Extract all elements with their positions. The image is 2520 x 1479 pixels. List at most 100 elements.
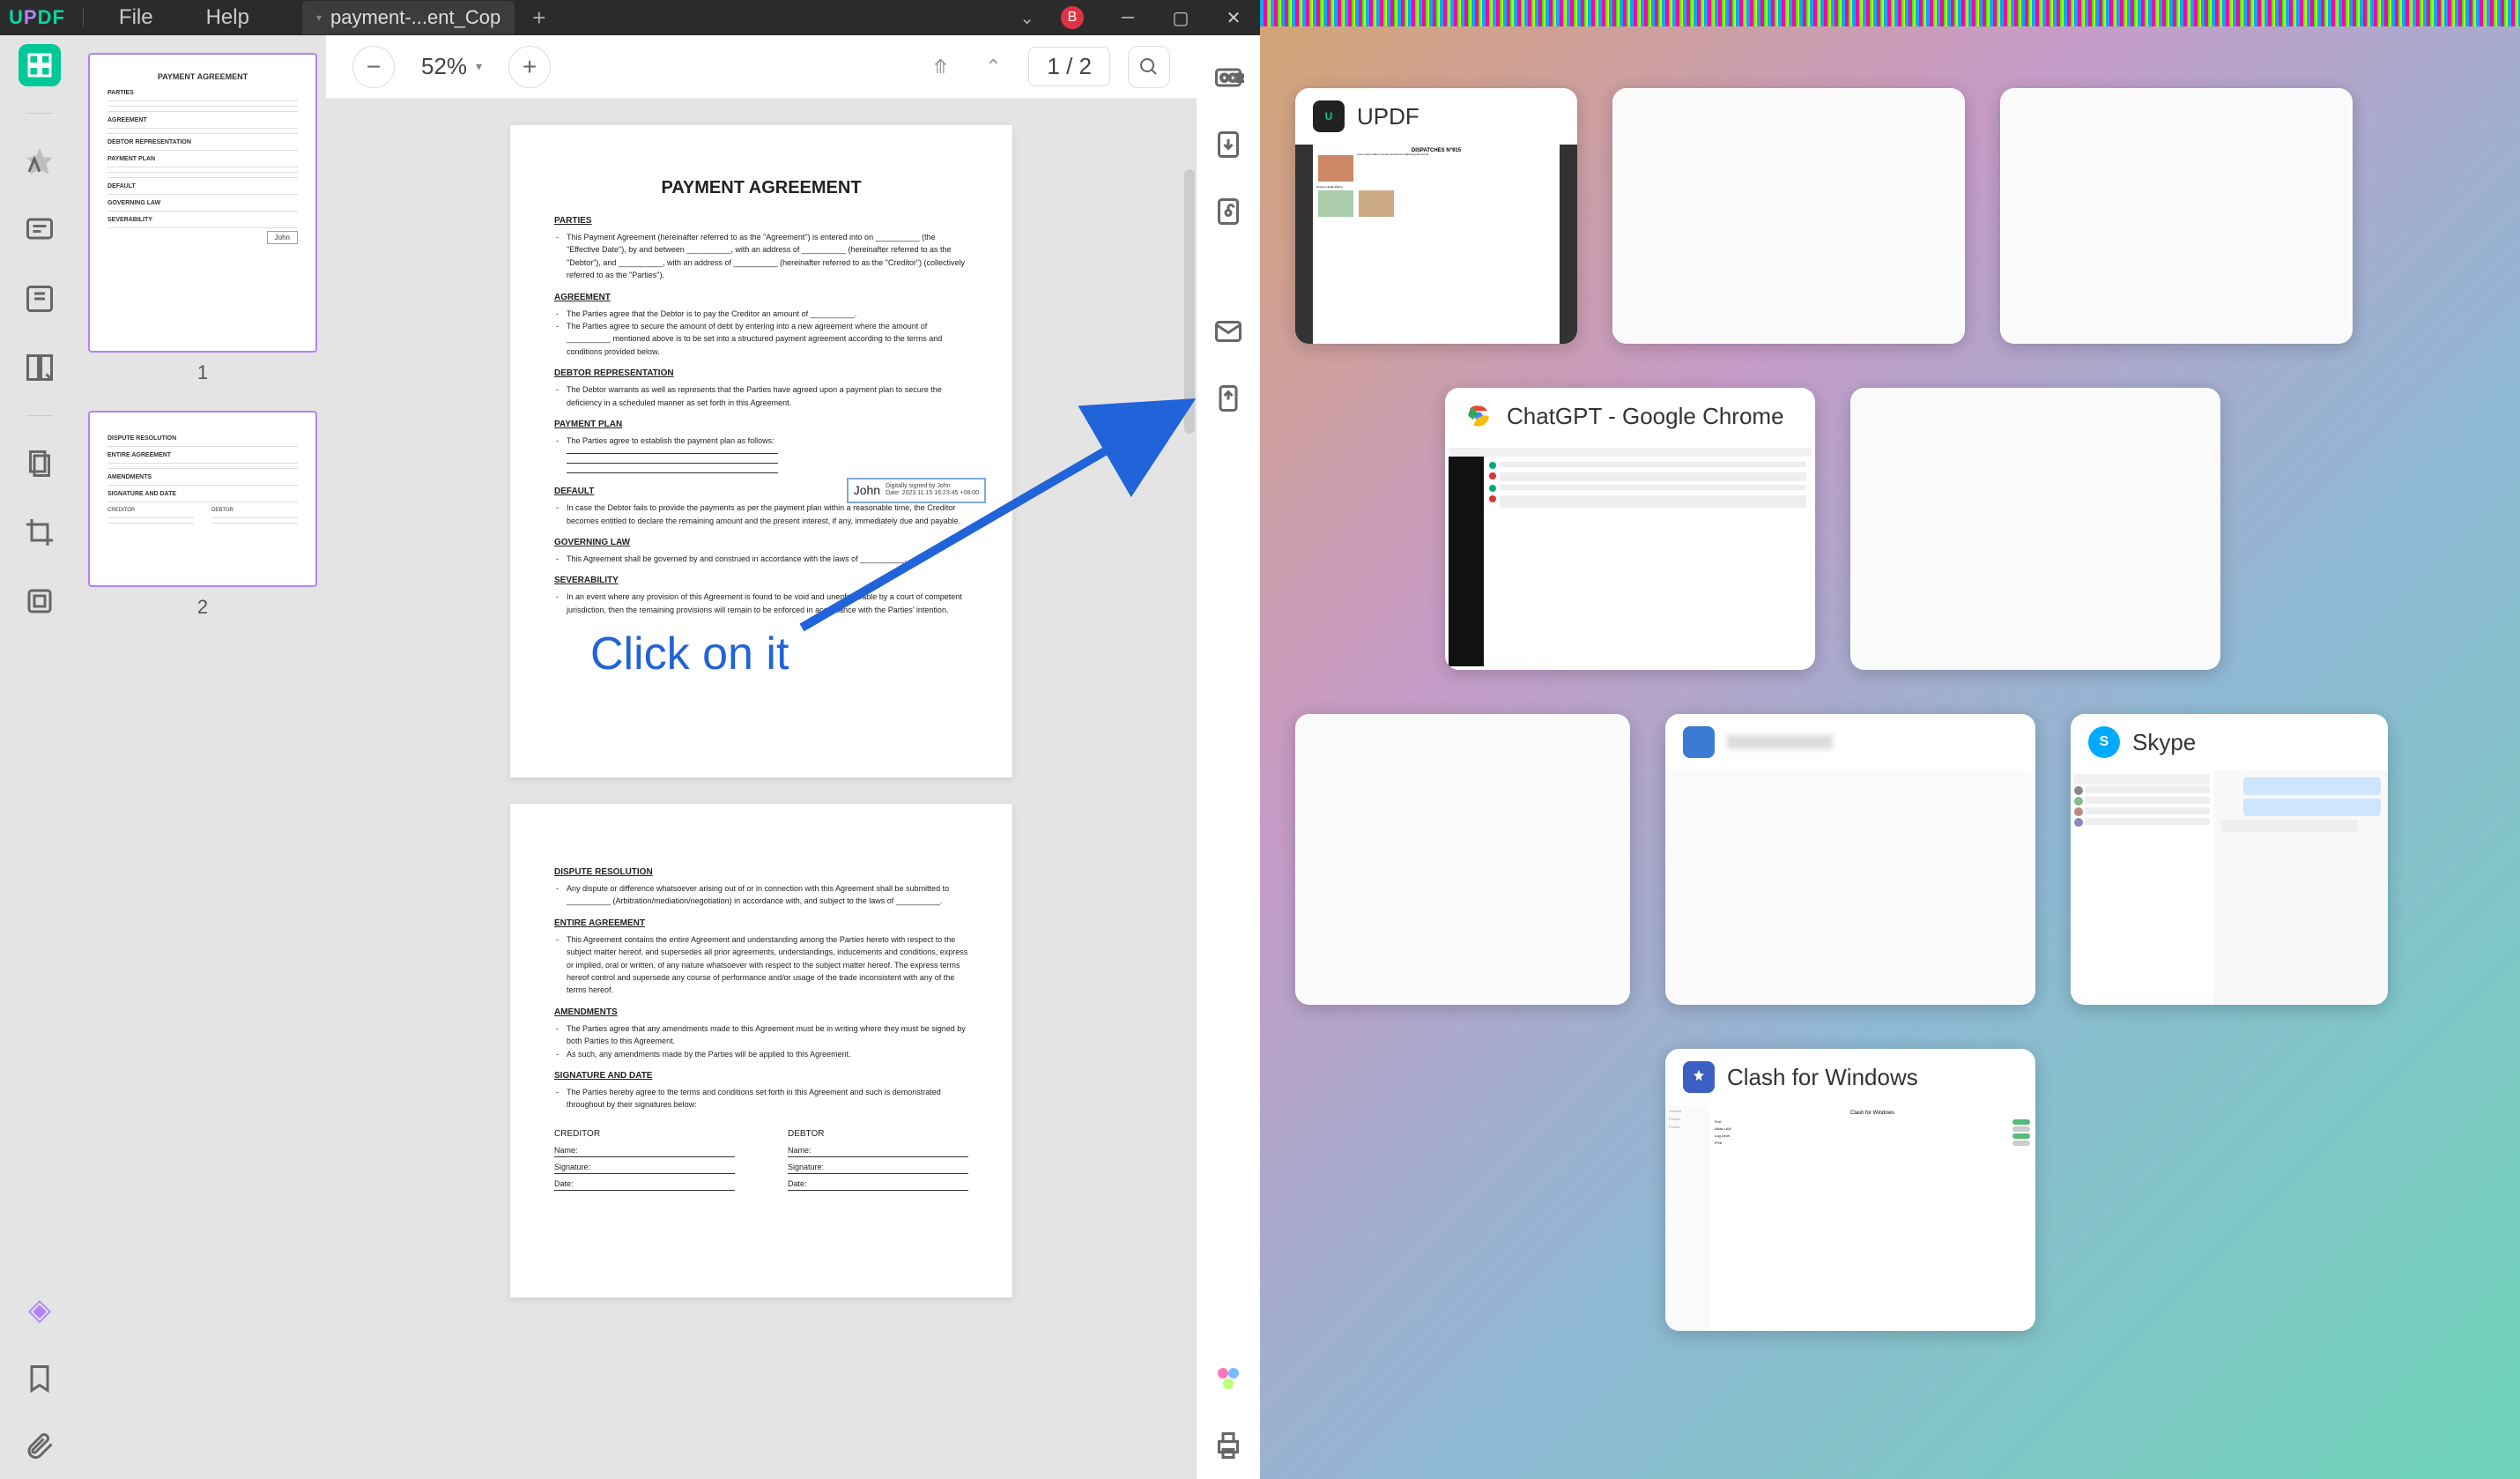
task-row-1: U UPDF DISPATCHES N°915 Lorem ipsum dolo… bbox=[1295, 88, 2485, 344]
signature-table: CREDITOR Name: Signature: Date: DEBTOR N… bbox=[554, 1129, 968, 1194]
section-entire: ENTIRE AGREEMENT bbox=[554, 918, 968, 928]
comment-tool[interactable] bbox=[19, 209, 61, 251]
highlight-icon bbox=[24, 145, 56, 177]
document-page-2: DISPUTE RESOLUTION Any dispute or differ… bbox=[510, 804, 1012, 1297]
edit-icon bbox=[24, 283, 56, 315]
task-card-skype[interactable]: S Skype bbox=[2071, 714, 2388, 1005]
task-card-blurred-4[interactable] bbox=[1295, 714, 1630, 1005]
desktop-decoration bbox=[1260, 0, 2520, 26]
tab-dropdown-icon[interactable]: ▾ bbox=[316, 11, 322, 24]
page-thumbnail-2[interactable]: DISPUTE RESOLUTION ENTIRE AGREEMENT AMEN… bbox=[88, 411, 317, 587]
current-page: 1 bbox=[1047, 53, 1059, 79]
severability-text: In an event where any provision of this … bbox=[567, 591, 968, 616]
minimize-button[interactable]: ─ bbox=[1110, 0, 1145, 35]
amendments-text-1: The Parties agree that any amendments ma… bbox=[567, 1022, 968, 1048]
governing-text: This Agreement shall be governed by and … bbox=[567, 553, 968, 565]
debtor-signature: Signature: bbox=[788, 1161, 968, 1174]
layers-icon[interactable]: ◈ bbox=[28, 1292, 51, 1327]
zoom-value: 52% bbox=[421, 53, 467, 80]
thumbnail-panel: PAYMENT AGREEMENT PARTIES AGREEMENT DEBT… bbox=[79, 35, 326, 1479]
page-indicator[interactable]: 1 / 2 bbox=[1028, 47, 1110, 86]
right-sidebar-bottom bbox=[1197, 1363, 1260, 1479]
user-avatar[interactable]: B bbox=[1061, 6, 1084, 29]
updf-app-icon: U bbox=[1313, 100, 1345, 132]
clash-icon bbox=[1683, 1061, 1715, 1093]
task-card-blurred-3[interactable] bbox=[1850, 388, 2220, 670]
share-icon[interactable] bbox=[1212, 383, 1244, 414]
thumbnails-icon bbox=[24, 49, 56, 81]
main-area: ◈ PAYMENT AGREEMENT PARTIES AGREEMENT DE… bbox=[0, 35, 1260, 1479]
payment-plan-text: The Parties agree to establish the payme… bbox=[567, 435, 968, 447]
total-pages: 2 bbox=[1079, 53, 1092, 79]
page-separator: / bbox=[1066, 53, 1072, 79]
signature-date: Date: 2023.11.15 16:23:45 +08:00 bbox=[886, 490, 979, 497]
page-tool[interactable] bbox=[19, 442, 61, 485]
scrollbar[interactable] bbox=[1184, 169, 1195, 434]
thumb-page-number-2: 2 bbox=[197, 596, 208, 619]
section-agreement: AGREEMENT bbox=[554, 293, 968, 302]
zoom-in-button[interactable]: + bbox=[508, 46, 551, 88]
close-button[interactable]: ✕ bbox=[1216, 0, 1251, 35]
debtor-rep-text: The Debtor warrants as well as represent… bbox=[567, 383, 968, 409]
ocr-icon[interactable]: OCR bbox=[1212, 62, 1244, 93]
first-page-button[interactable]: ⤊ bbox=[923, 49, 958, 85]
parties-text: This Payment Agreement (hereinafter refe… bbox=[567, 231, 968, 282]
task-preview-updf: DISPATCHES N°915 Lorem ipsum dolor sit a… bbox=[1295, 145, 1577, 344]
print-icon[interactable] bbox=[1212, 1430, 1244, 1461]
section-severability: SEVERABILITY bbox=[554, 576, 968, 585]
menu-file[interactable]: File bbox=[101, 5, 171, 30]
sidebar-bottom: ◈ bbox=[24, 1292, 56, 1461]
section-debtor-rep: DEBTOR REPRESENTATION bbox=[554, 368, 968, 378]
section-amendments: AMENDMENTS bbox=[554, 1007, 968, 1017]
protect-icon[interactable] bbox=[1212, 196, 1244, 227]
bookmark-icon[interactable] bbox=[24, 1363, 56, 1394]
zoom-out-button[interactable]: − bbox=[352, 46, 395, 88]
compress-tool[interactable] bbox=[19, 580, 61, 622]
signature-signed-by: Digitally signed by John bbox=[886, 483, 979, 490]
task-card-blurred-1[interactable] bbox=[1612, 88, 1965, 344]
maximize-button[interactable]: ▢ bbox=[1163, 0, 1198, 35]
task-preview-chatgpt bbox=[1445, 444, 1815, 670]
document-tab[interactable]: ▾ payment-...ent_Cop bbox=[302, 1, 515, 34]
search-button[interactable] bbox=[1128, 46, 1170, 88]
add-tab-button[interactable]: + bbox=[532, 4, 545, 32]
default-text: In case the Debtor fails to provide the … bbox=[567, 502, 968, 527]
task-card-blurred-2[interactable] bbox=[2000, 88, 2353, 344]
convert-icon[interactable] bbox=[1212, 129, 1244, 160]
task-row-4: Clash for Windows General Proxies Profil… bbox=[1665, 1049, 2485, 1331]
skype-icon: S bbox=[2088, 726, 2120, 758]
crop-tool[interactable] bbox=[19, 511, 61, 554]
task-card-updf[interactable]: U UPDF DISPATCHES N°915 Lorem ipsum dolo… bbox=[1295, 88, 1577, 344]
menu-help[interactable]: Help bbox=[189, 5, 267, 30]
ai-icon[interactable] bbox=[1212, 1363, 1244, 1394]
document-viewer[interactable]: Click on it PAYMENT AGREEMENT PARTIES Th… bbox=[326, 99, 1197, 1479]
task-card-blurred-5[interactable] bbox=[1665, 714, 2035, 1005]
window-dropdown-icon[interactable]: ⌄ bbox=[1019, 7, 1034, 29]
page-thumbnail-1[interactable]: PAYMENT AGREEMENT PARTIES AGREEMENT DEBT… bbox=[88, 53, 317, 353]
email-icon[interactable] bbox=[1212, 316, 1244, 347]
task-card-clash[interactable]: Clash for Windows General Proxies Profil… bbox=[1665, 1049, 2035, 1331]
organize-tool[interactable] bbox=[19, 346, 61, 389]
task-card-chatgpt[interactable]: ChatGPT - Google Chrome bbox=[1445, 388, 1815, 670]
highlight-tool[interactable] bbox=[19, 140, 61, 182]
prev-page-button[interactable]: ⌃ bbox=[975, 49, 1011, 85]
creditor-name: Name: bbox=[554, 1144, 735, 1157]
thumbnails-tool[interactable] bbox=[19, 44, 61, 86]
attachment-icon[interactable] bbox=[24, 1430, 56, 1461]
document-toolbar: − 52% ▾ + ⤊ ⌃ 1 / 2 bbox=[326, 35, 1197, 99]
thumb-title: PAYMENT AGREEMENT bbox=[107, 72, 298, 81]
sigdate-text: The Parties hereby agree to the terms an… bbox=[567, 1086, 968, 1111]
edit-tool[interactable] bbox=[19, 278, 61, 320]
creditor-header: CREDITOR bbox=[554, 1129, 735, 1139]
task-switcher: U UPDF DISPATCHES N°915 Lorem ipsum dolo… bbox=[1260, 0, 2520, 1479]
task-preview-blurred bbox=[1295, 714, 1630, 1005]
section-parties: PARTIES bbox=[554, 216, 968, 226]
zoom-dropdown-icon[interactable]: ▾ bbox=[476, 59, 482, 74]
svg-text:OCR: OCR bbox=[1220, 72, 1244, 85]
creditor-signature: Signature: bbox=[554, 1161, 735, 1174]
task-preview-blurred bbox=[1850, 388, 2220, 670]
document-area: − 52% ▾ + ⤊ ⌃ 1 / 2 bbox=[326, 35, 1197, 1479]
digital-signature[interactable]: John Digitally signed by John Date: 2023… bbox=[847, 478, 986, 503]
zoom-level[interactable]: 52% ▾ bbox=[412, 53, 491, 80]
title-bar: UPDF File Help ▾ payment-...ent_Cop + ⌄ … bbox=[0, 0, 1260, 35]
